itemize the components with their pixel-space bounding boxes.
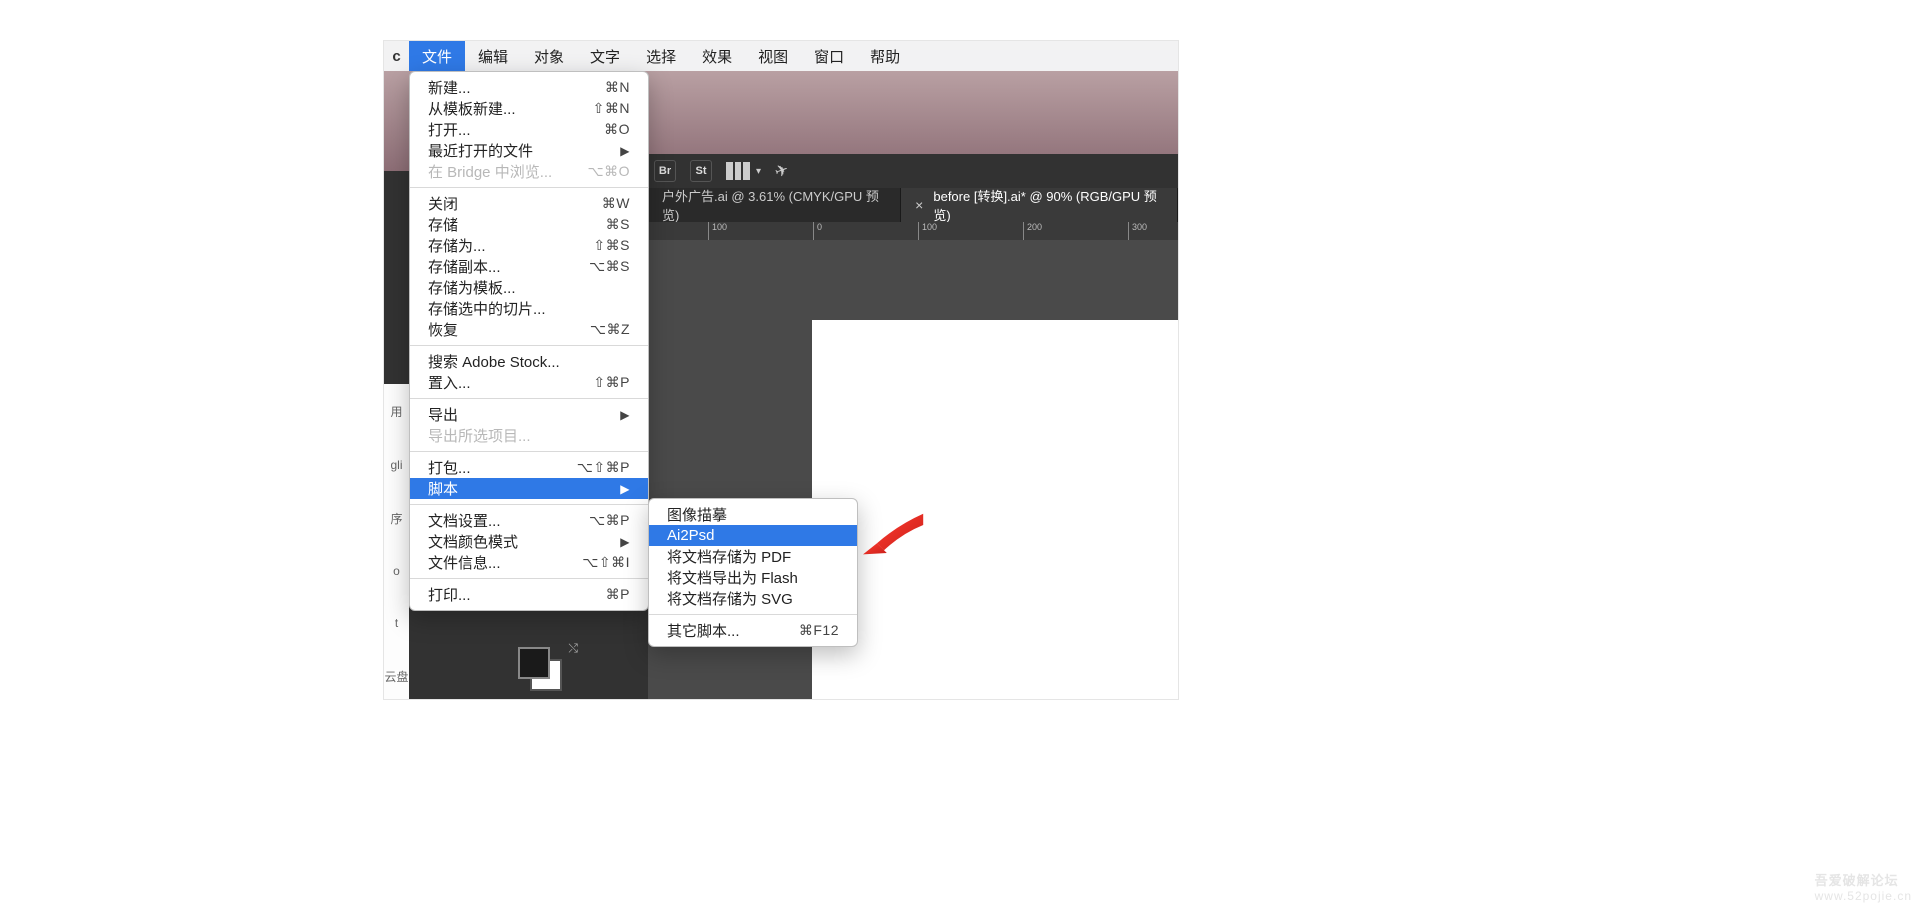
arrange-icon[interactable]	[726, 162, 750, 180]
menu-type[interactable]: 文字	[577, 41, 633, 71]
menu-color-mode[interactable]: 文档颜色模式▶	[410, 531, 648, 552]
menu-file[interactable]: 文件	[409, 41, 465, 71]
stock-chip[interactable]: St	[690, 160, 712, 182]
swap-colors-icon[interactable]: ⤭	[568, 641, 578, 656]
script-export-flash[interactable]: 将文档导出为 Flash	[649, 567, 857, 588]
bridge-chip[interactable]: Br	[654, 160, 676, 182]
script-ai2psd[interactable]: Ai2Psd	[649, 525, 857, 546]
ruler-tick: 0	[813, 222, 822, 240]
menu-select[interactable]: 选择	[633, 41, 689, 71]
document-tab-bar: 户外广告.ai @ 3.61% (CMYK/GPU 预览) × before […	[648, 188, 1178, 222]
ruler-tick: 100	[918, 222, 937, 240]
ruler-tick: 300	[1128, 222, 1147, 240]
tab-label: before [转换].ai* @ 90% (RGB/GPU 预览)	[933, 186, 1163, 224]
fill-stroke-swatch[interactable]: ⤭	[504, 637, 584, 697]
menu-save-copy[interactable]: 存储副本...⌥⌘S	[410, 256, 648, 277]
script-save-svg[interactable]: 将文档存储为 SVG	[649, 588, 857, 609]
menu-revert[interactable]: 恢复⌥⌘Z	[410, 319, 648, 340]
fill-swatch[interactable]	[518, 647, 550, 679]
ruler-tick: 200	[1023, 222, 1042, 240]
menu-object[interactable]: 对象	[521, 41, 577, 71]
watermark: 吾爱破解论坛 www.52pojie.cn	[1815, 870, 1912, 903]
tab-close-icon[interactable]: ×	[915, 197, 923, 213]
script-other[interactable]: 其它脚本...⌘F12	[649, 620, 857, 641]
gpu-rocket-icon[interactable]: ✈	[772, 159, 791, 182]
menu-browse-bridge: 在 Bridge 中浏览...⌥⌘O	[410, 161, 648, 182]
menu-print[interactable]: 打印...⌘P	[410, 584, 648, 605]
menu-new-from-template[interactable]: 从模板新建...⇧⌘N	[410, 98, 648, 119]
menu-save[interactable]: 存储⌘S	[410, 214, 648, 235]
document-tab-1[interactable]: 户外广告.ai @ 3.61% (CMYK/GPU 预览)	[648, 188, 901, 222]
horizontal-ruler: 100 0 100 200 300	[648, 222, 1178, 240]
options-bar: Br St ▾ ✈	[648, 154, 1178, 188]
menu-close[interactable]: 关闭⌘W	[410, 193, 648, 214]
ruler-tick: 100	[708, 222, 727, 240]
menu-scripts[interactable]: 脚本▶	[410, 478, 648, 499]
menu-edit[interactable]: 编辑	[465, 41, 521, 71]
menubar: c 文件 编辑 对象 文字 选择 效果 视图 窗口 帮助	[384, 41, 1178, 71]
menu-export-selection: 导出所选项目...	[410, 425, 648, 446]
menu-search-stock[interactable]: 搜索 Adobe Stock...	[410, 351, 648, 372]
menu-open-recent[interactable]: 最近打开的文件▶	[410, 140, 648, 161]
menu-save-as[interactable]: 存储为...⇧⌘S	[410, 235, 648, 256]
menu-effect[interactable]: 效果	[689, 41, 745, 71]
menu-document-setup[interactable]: 文档设置...⌥⌘P	[410, 510, 648, 531]
menu-open[interactable]: 打开...⌘O	[410, 119, 648, 140]
menu-view[interactable]: 视图	[745, 41, 801, 71]
menu-file-info[interactable]: 文件信息...⌥⇧⌘I	[410, 552, 648, 573]
app-hint: c	[384, 48, 409, 65]
menu-place[interactable]: 置入...⇧⌘P	[410, 372, 648, 393]
script-image-trace[interactable]: 图像描摹	[649, 504, 857, 525]
screenshot-container: c 文件 编辑 对象 文字 选择 效果 视图 窗口 帮助 Br St ▾ ✈ 户…	[383, 40, 1179, 700]
menu-help[interactable]: 帮助	[857, 41, 913, 71]
arrange-caret-icon[interactable]: ▾	[756, 166, 761, 177]
menu-export[interactable]: 导出▶	[410, 404, 648, 425]
menu-save-template[interactable]: 存储为模板...	[410, 277, 648, 298]
file-dropdown-menu: 新建...⌘N 从模板新建...⇧⌘N 打开...⌘O 最近打开的文件▶ 在 B…	[409, 71, 649, 611]
scripts-submenu: 图像描摹 Ai2Psd 将文档存储为 PDF 将文档导出为 Flash 将文档存…	[648, 498, 858, 647]
menu-save-slices[interactable]: 存储选中的切片...	[410, 298, 648, 319]
artboard	[812, 320, 1178, 699]
tab-label: 户外广告.ai @ 3.61% (CMYK/GPU 预览)	[662, 186, 886, 224]
menu-package[interactable]: 打包...⌥⇧⌘P	[410, 457, 648, 478]
document-tab-2[interactable]: × before [转换].ai* @ 90% (RGB/GPU 预览)	[901, 188, 1178, 222]
left-panel-fragments: 用 gli 序 o t 云盘	[384, 384, 409, 700]
script-save-pdf[interactable]: 将文档存储为 PDF	[649, 546, 857, 567]
menu-new[interactable]: 新建...⌘N	[410, 77, 648, 98]
menu-window[interactable]: 窗口	[801, 41, 857, 71]
